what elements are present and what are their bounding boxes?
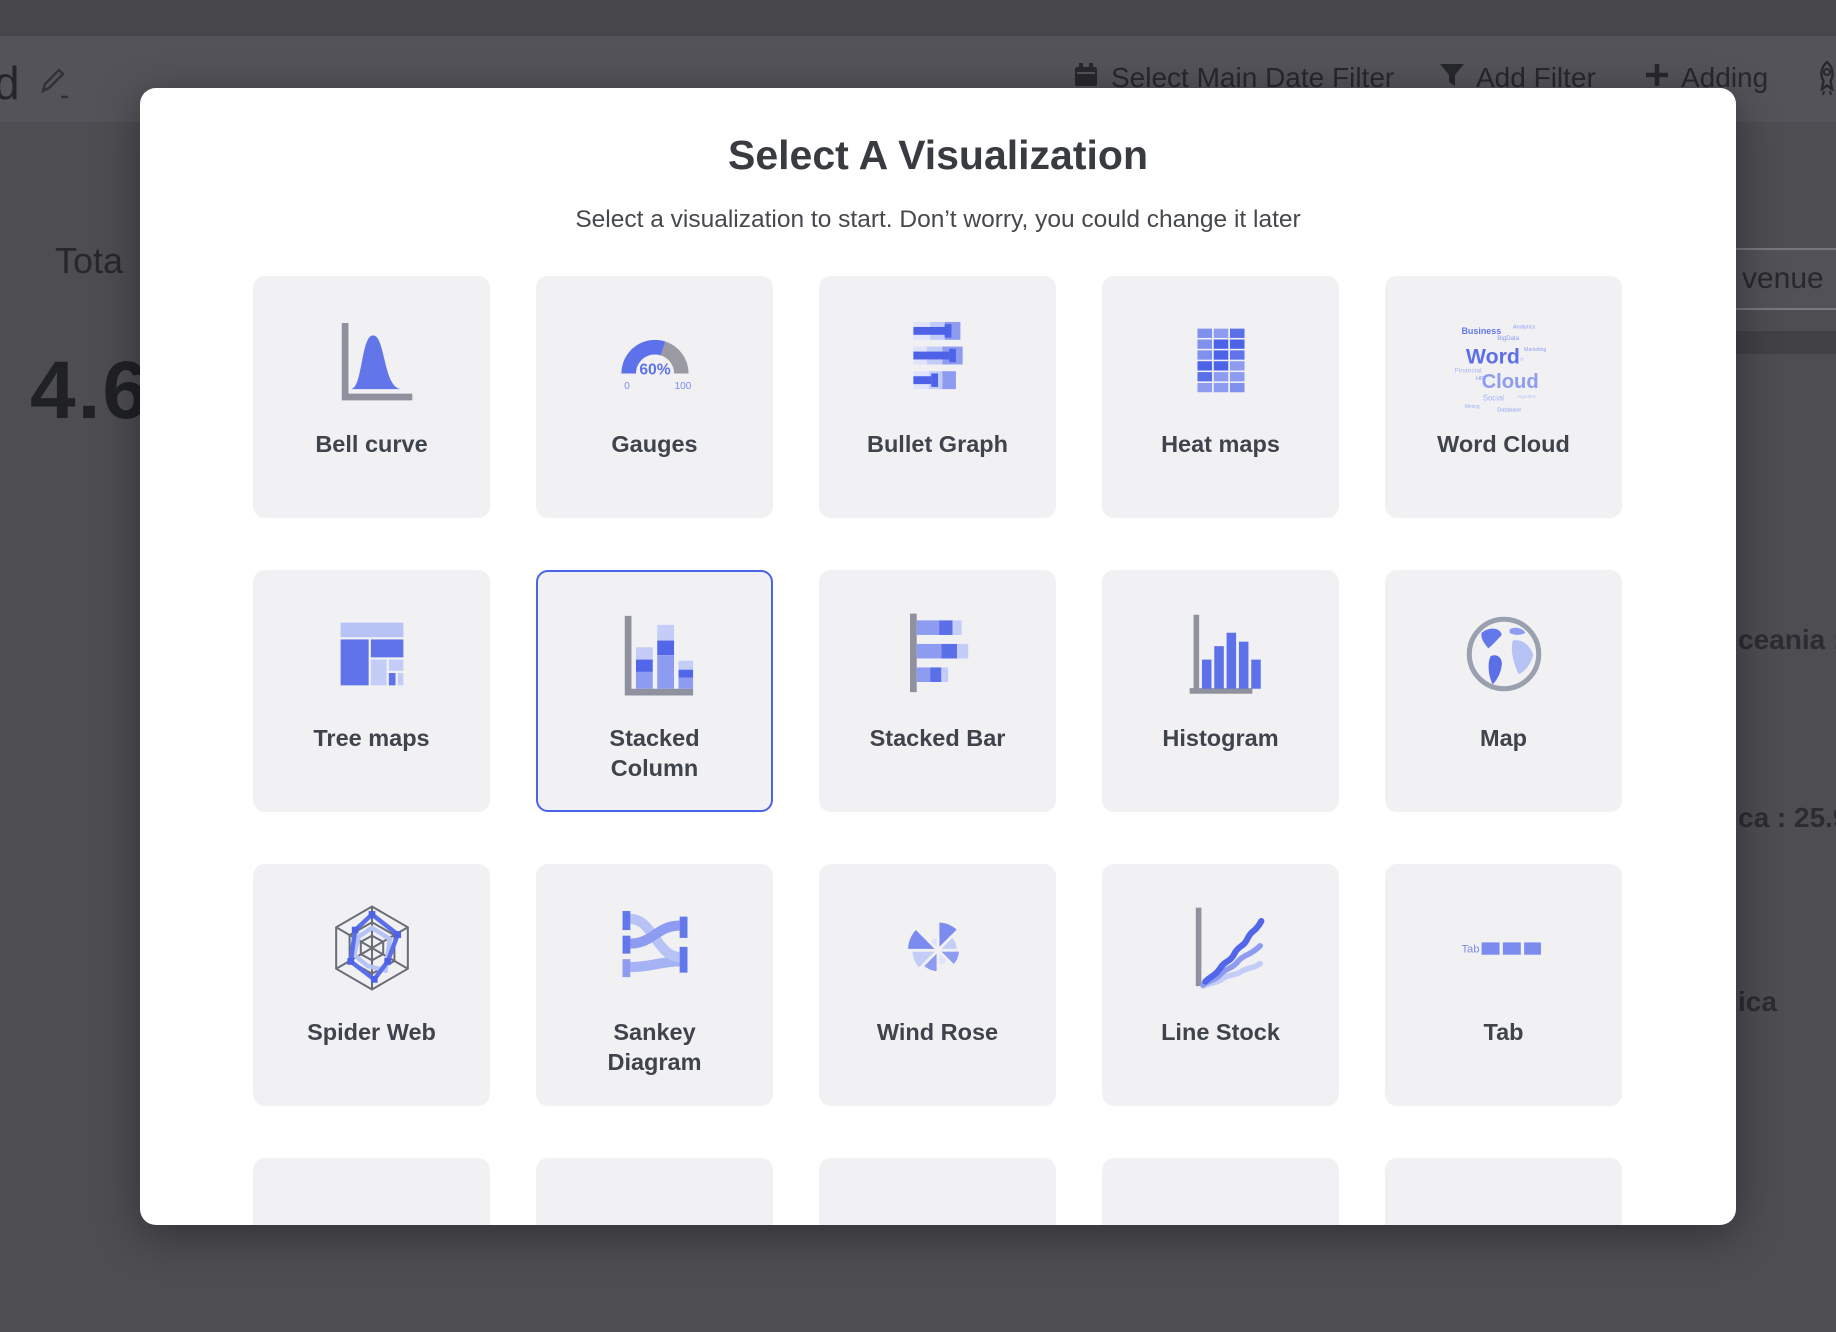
stacked-column-icon — [597, 596, 713, 712]
viz-card-tab[interactable]: Tab Tab — [1385, 864, 1622, 1106]
viz-card-label: Gauges — [611, 430, 697, 460]
svg-text:Cloud: Cloud — [1481, 371, 1538, 393]
viz-card-label: Heat maps — [1161, 430, 1280, 460]
viz-card-word-cloud[interactable]: Business Analytics BigData WordITMarketing F… — [1385, 276, 1622, 518]
bell-curve-icon — [314, 302, 430, 418]
tree-maps-icon — [314, 596, 430, 712]
histogram-icon — [1163, 596, 1279, 712]
word-cloud-icon: Business Analytics BigData WordITMarketing F… — [1446, 302, 1562, 418]
svg-text:BigData: BigData — [1497, 335, 1519, 342]
viz-card-label: Stacked Column — [576, 724, 734, 784]
viz-card-label: Sankey Diagram — [576, 1018, 734, 1078]
modal-subtitle: Select a visualization to start. Don’t w… — [140, 206, 1736, 234]
svg-text:Marketing: Marketing — [1524, 347, 1546, 353]
viz-card-spider-web[interactable]: Spider Web — [253, 864, 490, 1106]
svg-text:100: 100 — [674, 381, 691, 392]
viz-card-bell-curve[interactable]: Bell curve — [253, 276, 490, 518]
viz-card-heat-maps[interactable]: Heat maps — [1102, 276, 1339, 518]
viz-card-label: Stacked Bar — [870, 724, 1006, 754]
visualization-modal: Select A Visualization Select a visualiz… — [140, 88, 1736, 1225]
svg-text:IT: IT — [1519, 357, 1523, 362]
stacked-bar-icon — [880, 596, 996, 712]
modal-title: Select A Visualization — [140, 132, 1736, 179]
viz-card-tree-maps[interactable]: Tree maps — [253, 570, 490, 812]
wind-rose-icon — [880, 890, 996, 1006]
gauges-icon: 60% 0 100 — [597, 302, 713, 418]
sankey-diagram-icon — [597, 890, 713, 1006]
svg-text:Word: Word — [1465, 344, 1519, 368]
viz-card-label: Bell curve — [315, 430, 427, 460]
svg-text:Tab: Tab — [1461, 943, 1479, 955]
viz-card-partial[interactable] — [1385, 1158, 1622, 1225]
viz-grid: Bell curve 60% 0 100 Gauges Bullet Graph H… — [253, 276, 1623, 1225]
viz-card-histogram[interactable]: Histogram — [1102, 570, 1339, 812]
tab-icon: Tab — [1446, 890, 1562, 1006]
svg-text:Social: Social — [1482, 393, 1504, 402]
viz-card-label: Tab — [1483, 1018, 1523, 1048]
svg-text:Algorithm: Algorithm — [1517, 394, 1536, 399]
viz-card-gauges[interactable]: 60% 0 100 Gauges — [536, 276, 773, 518]
viz-card-label: Spider Web — [307, 1018, 436, 1048]
viz-card-label: Tree maps — [313, 724, 429, 754]
viz-card-wind-rose[interactable]: Wind Rose — [819, 864, 1056, 1106]
viz-card-label: Word Cloud — [1437, 430, 1570, 460]
bullet-graph-icon — [880, 302, 996, 418]
viz-card-label: Bullet Graph — [867, 430, 1008, 460]
viz-card-label: Wind Rose — [877, 1018, 998, 1048]
line-stock-icon — [1163, 890, 1279, 1006]
viz-card-sankey-diagram[interactable]: Sankey Diagram — [536, 864, 773, 1106]
viz-card-stacked-column[interactable]: Stacked Column — [536, 570, 773, 812]
viz-card-stacked-bar[interactable]: Stacked Bar — [819, 570, 1056, 812]
svg-text:Business: Business — [1461, 326, 1501, 336]
map-icon — [1446, 596, 1562, 712]
viz-card-map[interactable]: Map — [1385, 570, 1622, 812]
viz-card-label: Map — [1480, 724, 1527, 754]
viz-card-partial[interactable] — [1102, 1158, 1339, 1225]
viz-card-bullet-graph[interactable]: Bullet Graph — [819, 276, 1056, 518]
heat-maps-icon — [1163, 302, 1279, 418]
svg-text:Financial: Financial — [1454, 367, 1481, 374]
svg-text:0: 0 — [624, 381, 630, 392]
viz-card-partial[interactable] — [536, 1158, 773, 1225]
svg-text:60%: 60% — [639, 362, 670, 379]
svg-text:Mining: Mining — [1464, 404, 1479, 410]
viz-card-label: Line Stock — [1161, 1018, 1280, 1048]
spider-web-icon — [314, 890, 430, 1006]
svg-text:Analytics: Analytics — [1512, 325, 1535, 331]
viz-card-label: Histogram — [1162, 724, 1278, 754]
svg-text:Database: Database — [1497, 408, 1521, 414]
viz-card-partial[interactable] — [253, 1158, 490, 1225]
viz-card-line-stock[interactable]: Line Stock — [1102, 864, 1339, 1106]
viz-card-partial[interactable] — [819, 1158, 1056, 1225]
